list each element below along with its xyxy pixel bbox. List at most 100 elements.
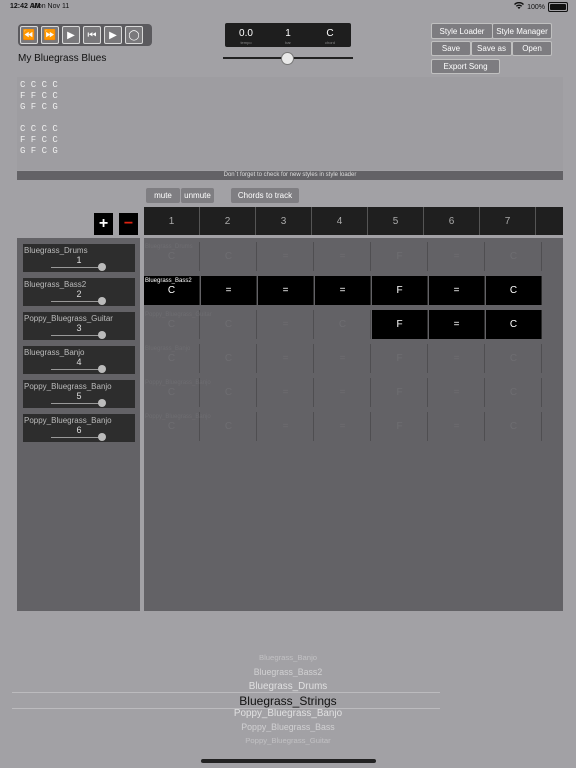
picker-item[interactable]: Poppy_Bluegrass_Banjo [0,708,576,719]
grid-cell[interactable]: = [258,344,314,373]
grid-cell[interactable]: C [486,378,542,407]
track-volume-thumb[interactable] [98,297,106,305]
grid-cell[interactable]: C [486,344,542,373]
grid-cell[interactable]: Bluegrass_Drums C [144,242,200,271]
save-button[interactable]: Save [431,41,471,56]
grid-cell[interactable]: F [372,276,428,305]
remove-track-button[interactable]: − [119,213,138,235]
picker-item[interactable]: Bluegrass_Strings [0,694,576,708]
fast-forward-icon: ⏩ [43,29,57,41]
track-volume-slider[interactable] [51,301,103,302]
grid-cell[interactable]: = [429,310,485,339]
grid-cell[interactable]: Bluegrass_Banjo C [144,344,200,373]
open-button[interactable]: Open [512,41,552,56]
rewind-button[interactable]: ⏪ [20,26,38,44]
track-volume-slider[interactable] [51,335,103,336]
grid-cell[interactable]: F [372,310,428,339]
grid-cell[interactable]: Poppy_Bluegrass_Banjo C [144,412,211,441]
track-volume-thumb[interactable] [98,263,106,271]
home-indicator[interactable] [201,759,376,763]
chord-text-area[interactable]: C C C CF F C CG F C GC C C CF F C CG F C… [17,77,563,170]
track-volume-slider[interactable] [51,437,103,438]
status-date: Mon Nov 11 [32,3,70,10]
track-volume-thumb[interactable] [98,399,106,407]
track-name: Bluegrass_Bass2 [24,280,87,289]
fast-forward-button[interactable]: ⏩ [41,26,59,44]
grid-cell[interactable]: = [429,276,485,305]
picker-item[interactable]: Poppy_Bluegrass_Bass [0,722,576,732]
track-volume-thumb[interactable] [98,365,106,373]
grid-cell[interactable]: Poppy_Bluegrass_Guitar C [144,310,212,339]
export-song-button[interactable]: Export Song [431,59,500,74]
grid-cell[interactable]: = [429,242,485,271]
picker-item[interactable]: Bluegrass_Banjo [0,653,576,662]
grid-cell[interactable]: C [201,412,257,441]
grid-cell[interactable]: = [429,412,485,441]
grid-cell[interactable]: F [372,378,428,407]
previous-button[interactable]: ⏮ [83,26,101,44]
track-volume-slider[interactable] [51,267,103,268]
grid-cell[interactable]: C [486,412,542,441]
grid-cell[interactable]: C [201,242,257,271]
grid-cell[interactable]: = [258,276,314,305]
grid-cell[interactable]: Bluegrass_Bass2 C [144,276,200,305]
grid-cell[interactable]: C [201,378,257,407]
grid-cell[interactable]: = [258,310,314,339]
grid-cell[interactable]: = [315,378,371,407]
grid-cell[interactable]: = [315,412,371,441]
track-item[interactable]: Bluegrass_Banjo 4 [23,346,135,374]
track-item[interactable]: Poppy_Bluegrass_Banjo 5 [23,380,135,408]
grid-cell[interactable]: = [429,378,485,407]
chords-to-track-button[interactable]: Chords to track [231,188,299,203]
grid-cell[interactable]: F [372,242,428,271]
loop-button[interactable]: ◯ [125,26,143,44]
unmute-button[interactable]: unmute [181,188,214,203]
grid-cell[interactable]: C [486,242,542,271]
chord-line: F F C C [20,91,58,101]
grid-cell[interactable]: C [486,276,542,305]
grid-cell[interactable]: = [258,242,314,271]
bar-readout: 1 bar [270,23,306,45]
grid-cell[interactable]: = [315,242,371,271]
track-volume-thumb[interactable] [98,331,106,339]
track-volume-slider[interactable] [51,403,103,404]
previous-icon: ⏮ [87,29,97,41]
play-button[interactable]: ▶ [62,26,80,44]
cell-track-label: Bluegrass_Drums [145,244,193,250]
save-as-button[interactable]: Save as [471,41,512,56]
picker-item[interactable]: Poppy_Bluegrass_Guitar [0,736,576,745]
grid-cell[interactable]: = [258,378,314,407]
add-track-button[interactable]: + [94,213,113,235]
track-item[interactable]: Poppy_Bluegrass_Guitar 3 [23,312,135,340]
grid-cell[interactable]: Poppy_Bluegrass_Banjo C [144,378,211,407]
grid-cell[interactable]: F [372,344,428,373]
grid-cell[interactable]: = [315,276,371,305]
grid-cell[interactable]: = [315,344,371,373]
bar-header: 1234567 [144,207,563,235]
bar-number: 6 [424,207,480,235]
tempo-caption: tempo [240,40,252,45]
mute-button[interactable]: mute [146,188,180,203]
grid-cell[interactable]: C [486,310,542,339]
track-volume-slider[interactable] [51,369,103,370]
picker-item[interactable]: Bluegrass_Drums [0,681,576,692]
track-item[interactable]: Bluegrass_Drums 1 [23,244,135,272]
grid-cell[interactable]: C [315,310,371,339]
grid-cell[interactable]: = [258,412,314,441]
track-item[interactable]: Bluegrass_Bass2 2 [23,278,135,306]
grid-cell[interactable]: C [201,310,257,339]
grid-cell[interactable]: = [201,276,257,305]
grid-cell[interactable]: C [201,344,257,373]
track-volume-thumb[interactable] [98,433,106,441]
style-manager-button[interactable]: Style Manager [492,23,552,39]
chord-readout: C chord [312,23,348,45]
track-item[interactable]: Poppy_Bluegrass_Banjo 6 [23,414,135,442]
style-loader-button[interactable]: Style Loader [431,23,493,39]
next-button[interactable]: ▶ [104,26,122,44]
grid-cell[interactable]: F [372,412,428,441]
bar-number: 1 [144,207,200,235]
picker-item[interactable]: Bluegrass_Bass2 [0,667,576,677]
wifi-icon [514,1,525,12]
grid-cell[interactable]: = [429,344,485,373]
tempo-slider-thumb[interactable] [281,52,294,65]
